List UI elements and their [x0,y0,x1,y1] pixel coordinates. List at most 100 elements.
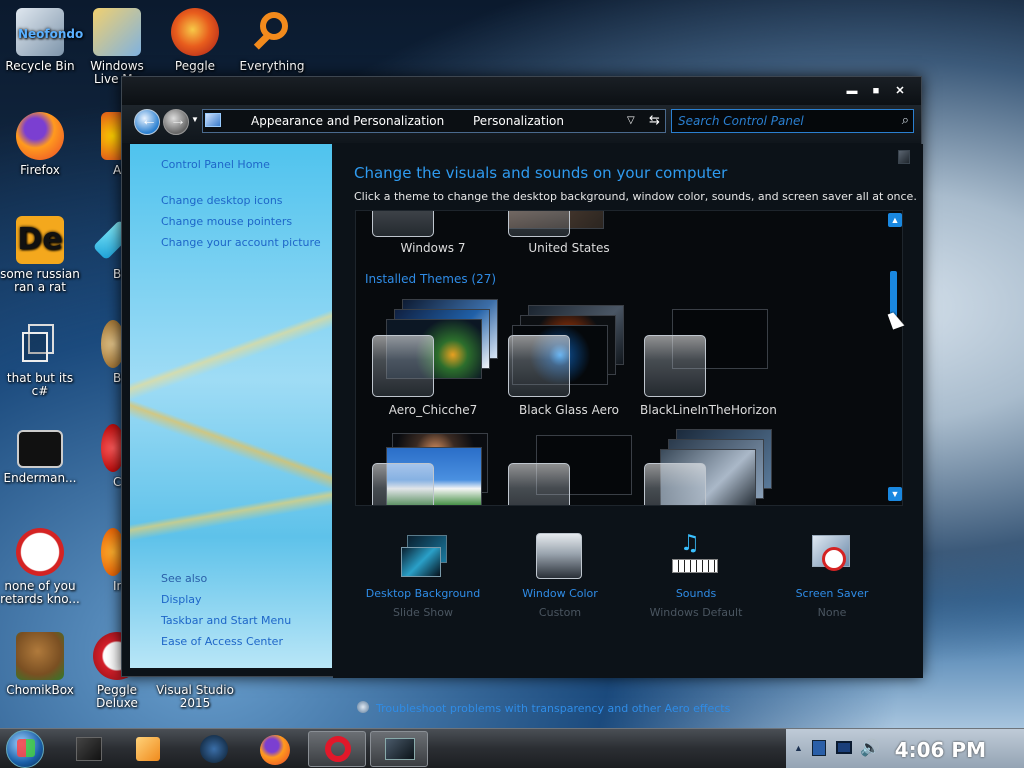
control-panel-taskbar-icon [385,738,415,760]
display-link[interactable]: Display [161,593,202,606]
firefox-image [16,112,64,160]
theme-windows7-label[interactable]: Windows 7 [368,241,498,255]
address-bar[interactable]: Appearance and Personalization Personali… [202,109,666,133]
row4-c-glass [644,463,706,505]
volume-icon[interactable]: 🔊 [860,738,880,758]
opera-icon [325,736,351,762]
taskbar-app-3[interactable] [184,731,242,767]
copy-image [16,320,64,368]
monitor-icon[interactable] [836,741,852,754]
maximize-button[interactable]: ■ [870,85,882,97]
scroll-up-button[interactable]: ▲ [888,213,902,227]
navigation-bar: ← → ▼ Appearance and Personalization Per… [122,105,921,143]
black-glass-glass [508,335,570,397]
ease-of-access-link[interactable]: Ease of Access Center [161,635,283,648]
installed-themes-heading: Installed Themes (27) [365,272,497,286]
console-image [17,430,63,468]
screen-saver-subtitle: None [817,606,847,619]
help-icon[interactable] [898,150,910,164]
window-color-icon [534,533,586,581]
change-mouse-pointers-link[interactable]: Change mouse pointers [161,215,292,228]
minimize-button[interactable]: ▬ [846,85,858,97]
row4-b-glass [508,463,570,505]
window-color-item[interactable]: Window Color Custom [495,533,625,619]
forward-button[interactable]: → [163,109,189,135]
breadcrumb-appearance[interactable]: Appearance and Personalization [251,114,444,128]
screen-saver-title[interactable]: Screen Saver [767,587,897,600]
address-dropdown-icon[interactable]: ▽ [627,115,635,126]
recycle-bin-icon[interactable]: Neofondo Recycle Bin [0,8,84,73]
back-button[interactable]: ← [134,109,160,135]
scroll-down-button[interactable]: ▼ [888,487,902,501]
row4-a-glass [372,463,434,505]
firefox-label: Firefox [20,163,60,177]
theme-black-glass-aero-label[interactable]: Black Glass Aero [504,403,634,417]
rat-image [16,528,64,576]
media-player-icon [136,737,160,761]
change-desktop-icons-link[interactable]: Change desktop icons [161,194,283,207]
control-panel-icon [205,113,221,127]
themes-scrollbar[interactable]: ▲ ▼ [887,211,902,505]
taskbar-start-menu-link[interactable]: Taskbar and Start Menu [161,614,291,627]
title-bar[interactable]: ▬ ■ ✕ [122,77,921,105]
magnifier-icon [248,8,296,56]
screen-saver-icon [806,533,858,581]
theme-blackline-horizon-label[interactable]: BlackLineInTheHorizon [640,403,777,417]
taskbar-app-1[interactable] [60,731,118,767]
taskbar-media-player[interactable] [118,731,176,767]
windows-live-icon[interactable]: Windows Live Ma [77,8,157,86]
desktop-background-icon [397,533,449,581]
visual-studio-label: Visual Studio 2015 [156,683,234,710]
change-account-picture-link[interactable]: Change your account picture [161,236,321,249]
desktop-background-item[interactable]: Desktop Background Slide Show [358,533,488,619]
aero-chicche7-glass [372,335,434,397]
neofondo-overlay: Neofondo [18,27,84,41]
screen-saver-item[interactable]: Screen Saver None [767,533,897,619]
that-but-csharp-label: that but its c# [6,371,74,398]
start-button[interactable] [6,730,44,768]
sounds-icon: ♫ [670,531,722,581]
theme-united-states-label[interactable]: United States [504,241,634,255]
scroll-thumb[interactable] [890,271,897,317]
show-hidden-icons-icon[interactable]: ▲ [794,743,803,753]
taskbar-clock[interactable]: 4:06 PM [895,738,986,762]
taskbar-opera[interactable] [308,731,366,767]
sounds-item[interactable]: ♫ Sounds Windows Default [631,531,761,619]
sidebar: Control Panel Home Change desktop icons … [130,144,332,668]
history-dropdown-icon[interactable]: ▼ [191,115,199,124]
close-button[interactable]: ✕ [894,85,906,97]
taskbar-firefox[interactable] [246,731,304,767]
app-1-icon [76,737,102,761]
chomikbox-icon[interactable]: ChomikBox [0,632,80,697]
theme-united-states-preview[interactable] [508,211,570,237]
chomikbox-label: ChomikBox [6,683,74,697]
peggle-icon[interactable]: Peggle [155,8,235,73]
search-input[interactable] [678,113,888,129]
enderman-icon[interactable]: Enderman... [0,424,80,485]
control-panel-home-link[interactable]: Control Panel Home [161,158,270,171]
desktop-background-title[interactable]: Desktop Background [358,587,488,600]
everything-icon[interactable]: Everything [232,8,312,73]
none-of-you-icon[interactable]: none of you retards kno... [0,528,80,606]
that-but-csharp-icon[interactable]: that but its c# [0,320,80,398]
refresh-icon[interactable]: ⇆ [649,113,660,128]
breadcrumb-personalization[interactable]: Personalization [473,114,564,128]
firefox-taskbar-icon [260,735,290,765]
window-color-subtitle: Custom [538,606,582,619]
recycle-bin-label: Recycle Bin [5,59,75,73]
network-icon[interactable] [812,740,826,756]
troubleshoot-link[interactable]: Troubleshoot problems with transparency … [376,702,730,715]
taskbar-control-panel[interactable] [370,731,428,767]
blackline-glass [644,335,706,397]
theme-aero-chicche7-label[interactable]: Aero_Chicche7 [368,403,498,417]
themes-list[interactable]: Windows 7 United States Installed Themes… [355,210,903,506]
theme-windows7-preview[interactable] [372,211,434,237]
firefox-desktop-icon[interactable]: Firefox [0,112,80,177]
window-color-title[interactable]: Window Color [495,587,625,600]
russian-rat-icon[interactable]: De some russian ran a rat [0,216,80,294]
search-icon[interactable]: ⌕ [902,112,909,128]
chomikbox-image [16,632,64,680]
troubleshoot-icon [357,701,369,713]
search-box[interactable]: ⌕ [671,109,914,133]
sounds-title[interactable]: Sounds [631,587,761,600]
